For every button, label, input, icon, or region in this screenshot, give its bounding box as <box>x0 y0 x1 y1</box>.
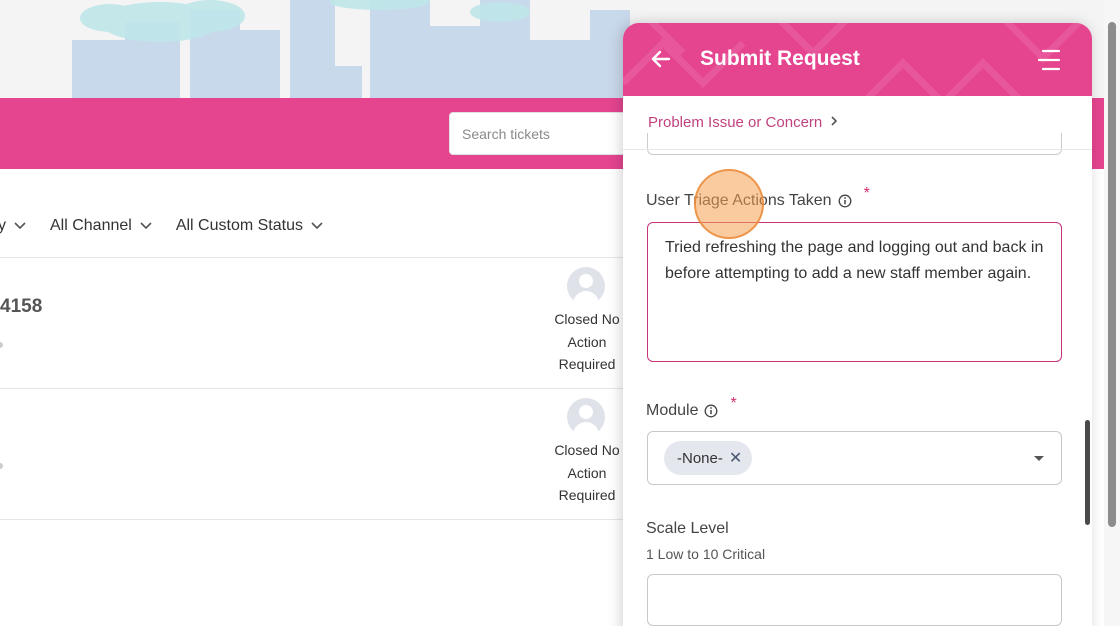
selected-chip: -None- ✕ <box>664 441 753 475</box>
page-scrollbar-thumb[interactable] <box>1108 22 1116 527</box>
menu-icon <box>1037 49 1061 71</box>
breadcrumb-label: Problem Issue or Concern <box>648 114 823 131</box>
ticket-id[interactable]: 4158 <box>0 296 42 318</box>
filter-label: All Channel <box>50 217 132 234</box>
divider <box>623 149 1092 150</box>
panel-scrollbar-thumb[interactable] <box>1085 420 1090 525</box>
panel-title: Submit Request <box>700 47 860 70</box>
scale-hint: 1 Low to 10 Critical <box>646 546 766 562</box>
chevron-right-icon <box>830 115 838 130</box>
chip-label: -None- <box>677 449 723 467</box>
filter-label: y <box>0 217 6 234</box>
previous-field[interactable] <box>647 133 1062 155</box>
filter-bar: y All Channel All Custom Status <box>0 208 347 244</box>
search-box[interactable] <box>449 112 649 155</box>
info-icon[interactable] <box>838 194 852 208</box>
divider <box>0 388 640 389</box>
divider <box>0 519 640 520</box>
avatar <box>567 398 605 436</box>
arrow-left-icon <box>651 50 671 68</box>
ticket-dot <box>0 463 3 469</box>
avatar <box>567 267 605 305</box>
chevron-down-icon <box>140 219 152 233</box>
status-text: Closed No Action Required <box>554 442 620 503</box>
filter-priority[interactable]: y <box>0 217 26 235</box>
info-icon[interactable] <box>704 404 718 418</box>
ticket-dot <box>0 342 3 348</box>
chevron-down-icon <box>14 219 26 233</box>
panel-header: Submit Request <box>623 23 1092 96</box>
filter-custom-status[interactable]: All Custom Status <box>176 217 323 235</box>
filter-channel[interactable]: All Channel <box>50 217 152 235</box>
required-marker: * <box>730 395 737 412</box>
caret-down-icon[interactable] <box>1034 456 1044 461</box>
required-marker: * <box>863 185 870 202</box>
scale-input[interactable] <box>647 574 1062 626</box>
back-button[interactable] <box>647 45 675 73</box>
divider <box>0 257 640 258</box>
search-input[interactable] <box>462 125 636 142</box>
scale-label: Scale Level <box>646 520 729 537</box>
module-select[interactable]: -None- ✕ <box>647 431 1062 485</box>
module-label: Module * <box>646 395 737 419</box>
triage-label: User Triage Actions Taken * <box>646 185 870 209</box>
app-page: y All Channel All Custom Status 4158 Clo… <box>0 0 1120 626</box>
chevron-down-icon <box>311 219 323 233</box>
menu-button[interactable] <box>1035 47 1063 73</box>
breadcrumb[interactable]: Problem Issue or Concern <box>648 114 838 131</box>
submit-request-panel: Submit Request Problem Issue or Concern … <box>623 23 1092 626</box>
status-text: Closed No Action Required <box>554 311 620 372</box>
triage-textarea[interactable]: Tried refreshing the page and logging ou… <box>647 222 1062 362</box>
filter-label: All Custom Status <box>175 217 303 234</box>
close-icon[interactable]: ✕ <box>729 448 742 468</box>
